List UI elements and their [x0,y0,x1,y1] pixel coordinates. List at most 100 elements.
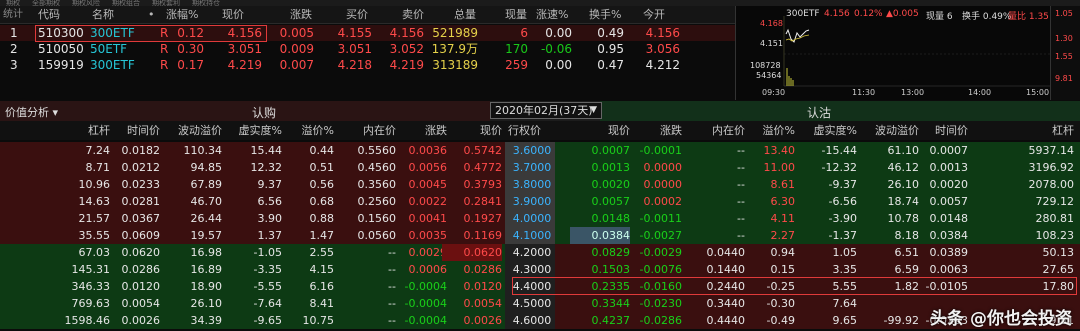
call-cell: -5.55 [253,280,282,293]
option-row[interactable]: 7.24 0.0182 110.34 15.44 0.44 0.5560 0.0036 0.5… [0,142,1080,159]
side-label-0: 1.05 [1055,9,1073,18]
option-row[interactable]: 769.63 0.0054 26.10 -7.64 8.41 -- -0.0004 0.005… [0,295,1080,312]
strike-col-header[interactable]: 行权价 [508,121,541,140]
quote-cell-turnover: 0.47 [597,58,624,72]
call-cell: -0.0004 [404,280,447,293]
col-turnover[interactable]: 换手% [589,6,621,23]
strike-cell[interactable]: 3.6000 [510,142,554,159]
quote-cell-vol: 313189 [432,58,478,72]
call-cell: 1.37 [257,229,283,242]
stat-corner-button[interactable]: 统计 [3,6,23,23]
quote-row[interactable]: 3 159919 300ETF R 0.17 4.219 0.007 4.218 4.219 31… [0,57,735,73]
call-cell: 18.90 [190,280,223,293]
call-col-header[interactable]: 内在价 [348,121,396,140]
call-col-header[interactable]: 现价 [454,121,502,140]
call-cell: 0.0054 [121,297,161,310]
put-col-header[interactable]: 溢价% [740,121,795,140]
col-change-pct[interactable]: 涨幅% [166,6,198,23]
call-cell: 0.0036 [408,144,448,157]
quote-cell-ask: 4.219 [389,58,424,72]
put-cell: 0.0063 [929,263,969,276]
call-cell: 0.0022 [408,195,448,208]
strike-cell[interactable]: 3.7000 [510,159,554,176]
call-col-header[interactable]: 涨跌 [399,121,447,140]
quote-cell-idx: 1 [10,26,18,40]
col-open[interactable]: 今开 [643,6,665,23]
col-volume[interactable]: 总量 [454,6,476,23]
col-code[interactable]: 代码 [38,6,60,23]
mini-chart-vol-mid: 54364 [756,71,782,80]
call-col-header[interactable]: 时间价 [112,121,160,140]
quote-cell-turnover: 0.95 [597,42,624,56]
col-ask[interactable]: 卖价 [402,6,424,23]
mini-chart-x-1300: 13:00 [901,88,925,97]
call-cell: 0.0026 [463,314,503,327]
strike-cell[interactable]: 4.3000 [510,261,554,278]
quote-cell-turnover: 0.49 [597,26,624,40]
put-cell: 27.65 [1042,263,1075,276]
col-price[interactable]: 现价 [222,6,244,23]
option-row[interactable]: 145.31 0.0286 16.89 -3.35 4.15 -- 0.0006 0.0286… [0,261,1080,278]
call-cell: 12.32 [250,161,283,174]
call-cell: 0.0026 [121,314,161,327]
quote-row[interactable]: 2 510050 50ETF R 0.30 3.051 0.009 3.051 3.052 137… [0,41,735,57]
mini-chart-x-1400: 14:00 [968,88,992,97]
put-cell: 0.0148 [591,212,631,225]
quote-cell-speed: 0.00 [545,58,572,72]
strike-cell[interactable]: 3.8000 [510,176,554,193]
col-cur-vol[interactable]: 现量 [505,6,527,23]
strike-cell[interactable]: 3.9000 [510,193,554,210]
quote-cell-code: 510050 [38,42,84,56]
value-analysis-dropdown[interactable]: 价值分析 ▾ [5,104,58,120]
strike-cell[interactable]: 4.2000 [510,244,554,261]
call-col-header[interactable]: 溢价% [286,121,334,140]
put-cell: 0.0148 [929,212,969,225]
put-col-header[interactable]: 内在价 [690,121,745,140]
quote-cell-chg_pct: 0.30 [177,42,204,56]
call-cell: 2.55 [309,246,335,259]
put-col-header[interactable]: 杠杆 [1019,121,1074,140]
option-row[interactable]: 67.03 0.0620 16.98 -1.05 2.55 -- 0.0029 0.0620 4… [0,244,1080,261]
option-table-body: 7.24 0.0182 110.34 15.44 0.44 0.5560 0.0036 0.5… [0,140,1080,331]
put-col-header[interactable]: 时间价 [913,121,968,140]
strike-cell[interactable]: 4.0000 [510,210,554,227]
mini-chart-change: ▲0.005 [886,9,919,19]
put-col-header[interactable]: 虚实度% [802,121,857,140]
quote-cell-chg: 0.009 [279,42,314,56]
call-cell: 0.0609 [121,229,161,242]
mini-intraday-chart[interactable]: 300ETF 4.156 0.12% ▲0.005 现量 6 换手 0.49% … [735,6,1051,100]
option-row[interactable]: 1598.46 0.0026 34.39 -9.65 10.75 -- -0.0004 0.0… [0,312,1080,329]
option-row[interactable]: 10.96 0.0233 67.89 9.37 0.56 0.3560 0.0045 0.37… [0,176,1080,193]
call-col-header[interactable]: 虚实度% [234,121,282,140]
strike-cell[interactable]: 4.1000 [510,227,554,244]
mini-chart-title: 300ETF [786,9,820,19]
col-change[interactable]: 涨跌 [290,6,312,23]
expiry-select[interactable]: 2020年02月(37天) ▼ [490,102,602,119]
call-col-header[interactable]: 杠杆 [62,121,110,140]
quote-cell-ask: 4.156 [389,26,424,40]
put-cell: 0.0384 [929,229,969,242]
call-cell: 8.41 [309,297,335,310]
col-speed[interactable]: 涨速% [536,6,568,23]
strike-cell[interactable]: 4.5000 [510,295,554,312]
col-name[interactable]: 名称 [92,6,114,23]
option-row[interactable]: 35.55 0.0609 19.57 1.37 1.47 0.0560 0.0035 0.11… [0,227,1080,244]
put-col-header[interactable]: 涨跌 [627,121,682,140]
call-cell: 34.39 [190,314,223,327]
put-col-header[interactable]: 波动溢价 [864,121,919,140]
mini-chart-x-1500: 15:00 [1026,88,1050,97]
put-col-header[interactable]: 现价 [575,121,630,140]
call-cell: 0.3793 [463,178,503,191]
put-cell: 3.35 [832,263,858,276]
call-col-header[interactable]: 波动溢价 [174,121,222,140]
quote-cell-vol: 137.9万 [431,42,478,56]
strike-cell[interactable]: 4.6000 [510,312,554,329]
col-bid[interactable]: 买价 [346,6,368,23]
call-cell: 0.51 [309,161,335,174]
side-mini-chart[interactable]: 1.05 1.30 1.55 9.81 [1050,6,1080,100]
quote-cell-open: 4.212 [645,58,680,72]
option-row[interactable]: 21.57 0.0367 26.44 3.90 0.88 0.1560 0.0041 0.19… [0,210,1080,227]
put-cell: 3196.92 [1028,161,1075,174]
option-row[interactable]: 8.71 0.0212 94.85 12.32 0.51 0.4560 0.0056 0.47… [0,159,1080,176]
option-row[interactable]: 14.63 0.0281 46.70 6.56 0.68 0.2560 0.0022 0.28… [0,193,1080,210]
